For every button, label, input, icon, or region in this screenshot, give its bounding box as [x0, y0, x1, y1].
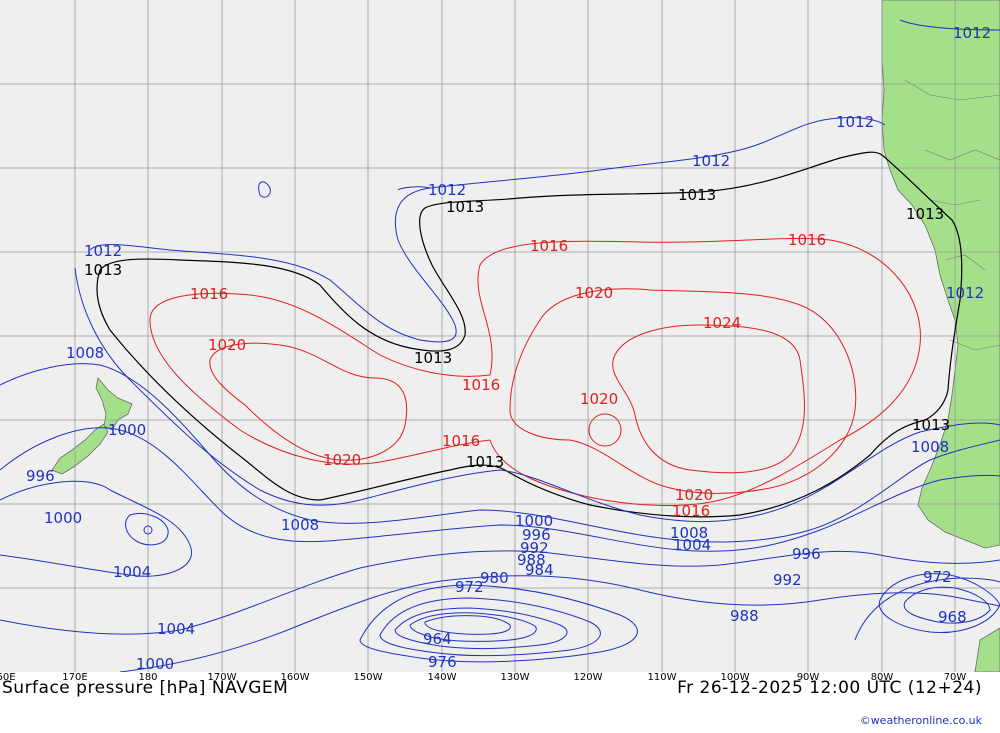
label-1004: 1004 [113, 563, 151, 581]
lon-label: 110W [647, 672, 677, 683]
label-984: 984 [525, 561, 554, 579]
label-1024: 1024 [703, 314, 741, 332]
label-1012: 1012 [428, 181, 466, 199]
label-1013: 1013 [414, 349, 452, 367]
label-1000: 1000 [44, 509, 82, 527]
label-964: 964 [423, 630, 452, 648]
label-1013: 1013 [446, 198, 484, 216]
label-1008: 1008 [66, 344, 104, 362]
label-980: 980 [480, 569, 509, 587]
label-1008: 1008 [911, 438, 949, 456]
label-1012: 1012 [946, 284, 984, 302]
label-996: 996 [26, 467, 55, 485]
pressure-map: 1012 1012 1012 1012 1012 1012 1013 1013 … [0, 0, 1000, 672]
label-972: 972 [455, 578, 484, 596]
label-1016: 1016 [190, 285, 228, 303]
label-1016: 1016 [442, 432, 480, 450]
label-992: 992 [773, 571, 802, 589]
map-title: Surface pressure [hPa] NAVGEM [2, 678, 289, 698]
label-1013: 1013 [678, 186, 716, 204]
label-1012: 1012 [84, 242, 122, 260]
label-1016: 1016 [530, 237, 568, 255]
label-1000: 1000 [136, 655, 174, 672]
label-1020: 1020 [208, 336, 246, 354]
label-1012: 1012 [836, 113, 874, 131]
label-968: 968 [938, 608, 967, 626]
label-1016: 1016 [788, 231, 826, 249]
label-1012: 1012 [953, 24, 991, 42]
lon-label: 120W [573, 672, 603, 683]
label-1016: 1016 [672, 502, 710, 520]
label-1020: 1020 [675, 486, 713, 504]
label-1020: 1020 [575, 284, 613, 302]
label-1012: 1012 [692, 152, 730, 170]
label-1004: 1004 [157, 620, 195, 638]
lon-label: 140W [427, 672, 457, 683]
valid-time: Fr 26-12-2025 12:00 UTC (12+24) [677, 678, 982, 698]
label-1004: 1004 [673, 536, 711, 554]
lon-label: 130W [500, 672, 530, 683]
label-1013: 1013 [906, 205, 944, 223]
label-1016: 1016 [462, 376, 500, 394]
label-988: 988 [730, 607, 759, 625]
label-976: 976 [428, 653, 457, 671]
label-1008: 1008 [281, 516, 319, 534]
label-1020: 1020 [580, 390, 618, 408]
credit-link[interactable]: ©weatheronline.co.uk [860, 714, 982, 727]
label-996: 996 [792, 545, 821, 563]
label-1013: 1013 [84, 261, 122, 279]
label-972: 972 [923, 568, 952, 586]
label-1020: 1020 [323, 451, 361, 469]
label-1013: 1013 [466, 453, 504, 471]
label-1000: 1000 [108, 421, 146, 439]
label-1013: 1013 [912, 416, 950, 434]
lon-label: 150W [353, 672, 383, 683]
